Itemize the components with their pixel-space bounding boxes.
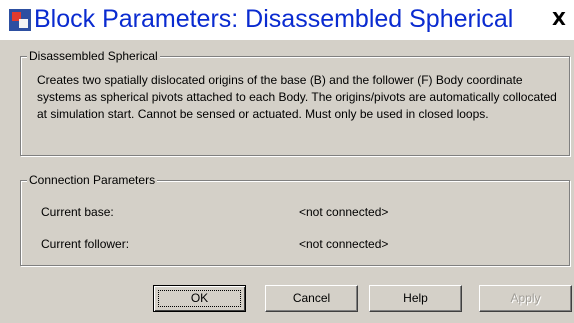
current-follower-value: <not connected> bbox=[299, 237, 389, 251]
ok-button[interactable]: OK bbox=[153, 285, 246, 312]
current-base-value: <not connected> bbox=[299, 205, 389, 219]
simulink-block-icon bbox=[9, 9, 31, 31]
window-title: Block Parameters: Disassembled Spherical bbox=[34, 5, 514, 33]
help-button-label: Help bbox=[403, 291, 428, 305]
apply-button-label: Apply bbox=[510, 291, 541, 305]
apply-button: Apply bbox=[479, 285, 572, 312]
description-group-title: Disassembled Spherical bbox=[27, 49, 160, 63]
cancel-button[interactable]: Cancel bbox=[265, 285, 358, 312]
cancel-button-label: Cancel bbox=[292, 291, 331, 305]
close-icon[interactable]: X bbox=[548, 9, 570, 31]
help-button[interactable]: Help bbox=[369, 285, 462, 312]
title-bar: Block Parameters: Disassembled Spherical… bbox=[0, 0, 574, 40]
description-text: Creates two spatially dislocated origins… bbox=[37, 73, 557, 121]
description-group: Disassembled Spherical Creates two spati… bbox=[20, 49, 570, 156]
connection-group-title: Connection Parameters bbox=[27, 173, 158, 187]
connection-parameters-group: Connection Parameters Current base: <not… bbox=[20, 173, 570, 266]
block-parameters-dialog: Block Parameters: Disassembled Spherical… bbox=[0, 0, 574, 323]
current-base-label: Current base: bbox=[41, 205, 114, 219]
current-follower-label: Current follower: bbox=[41, 237, 130, 251]
